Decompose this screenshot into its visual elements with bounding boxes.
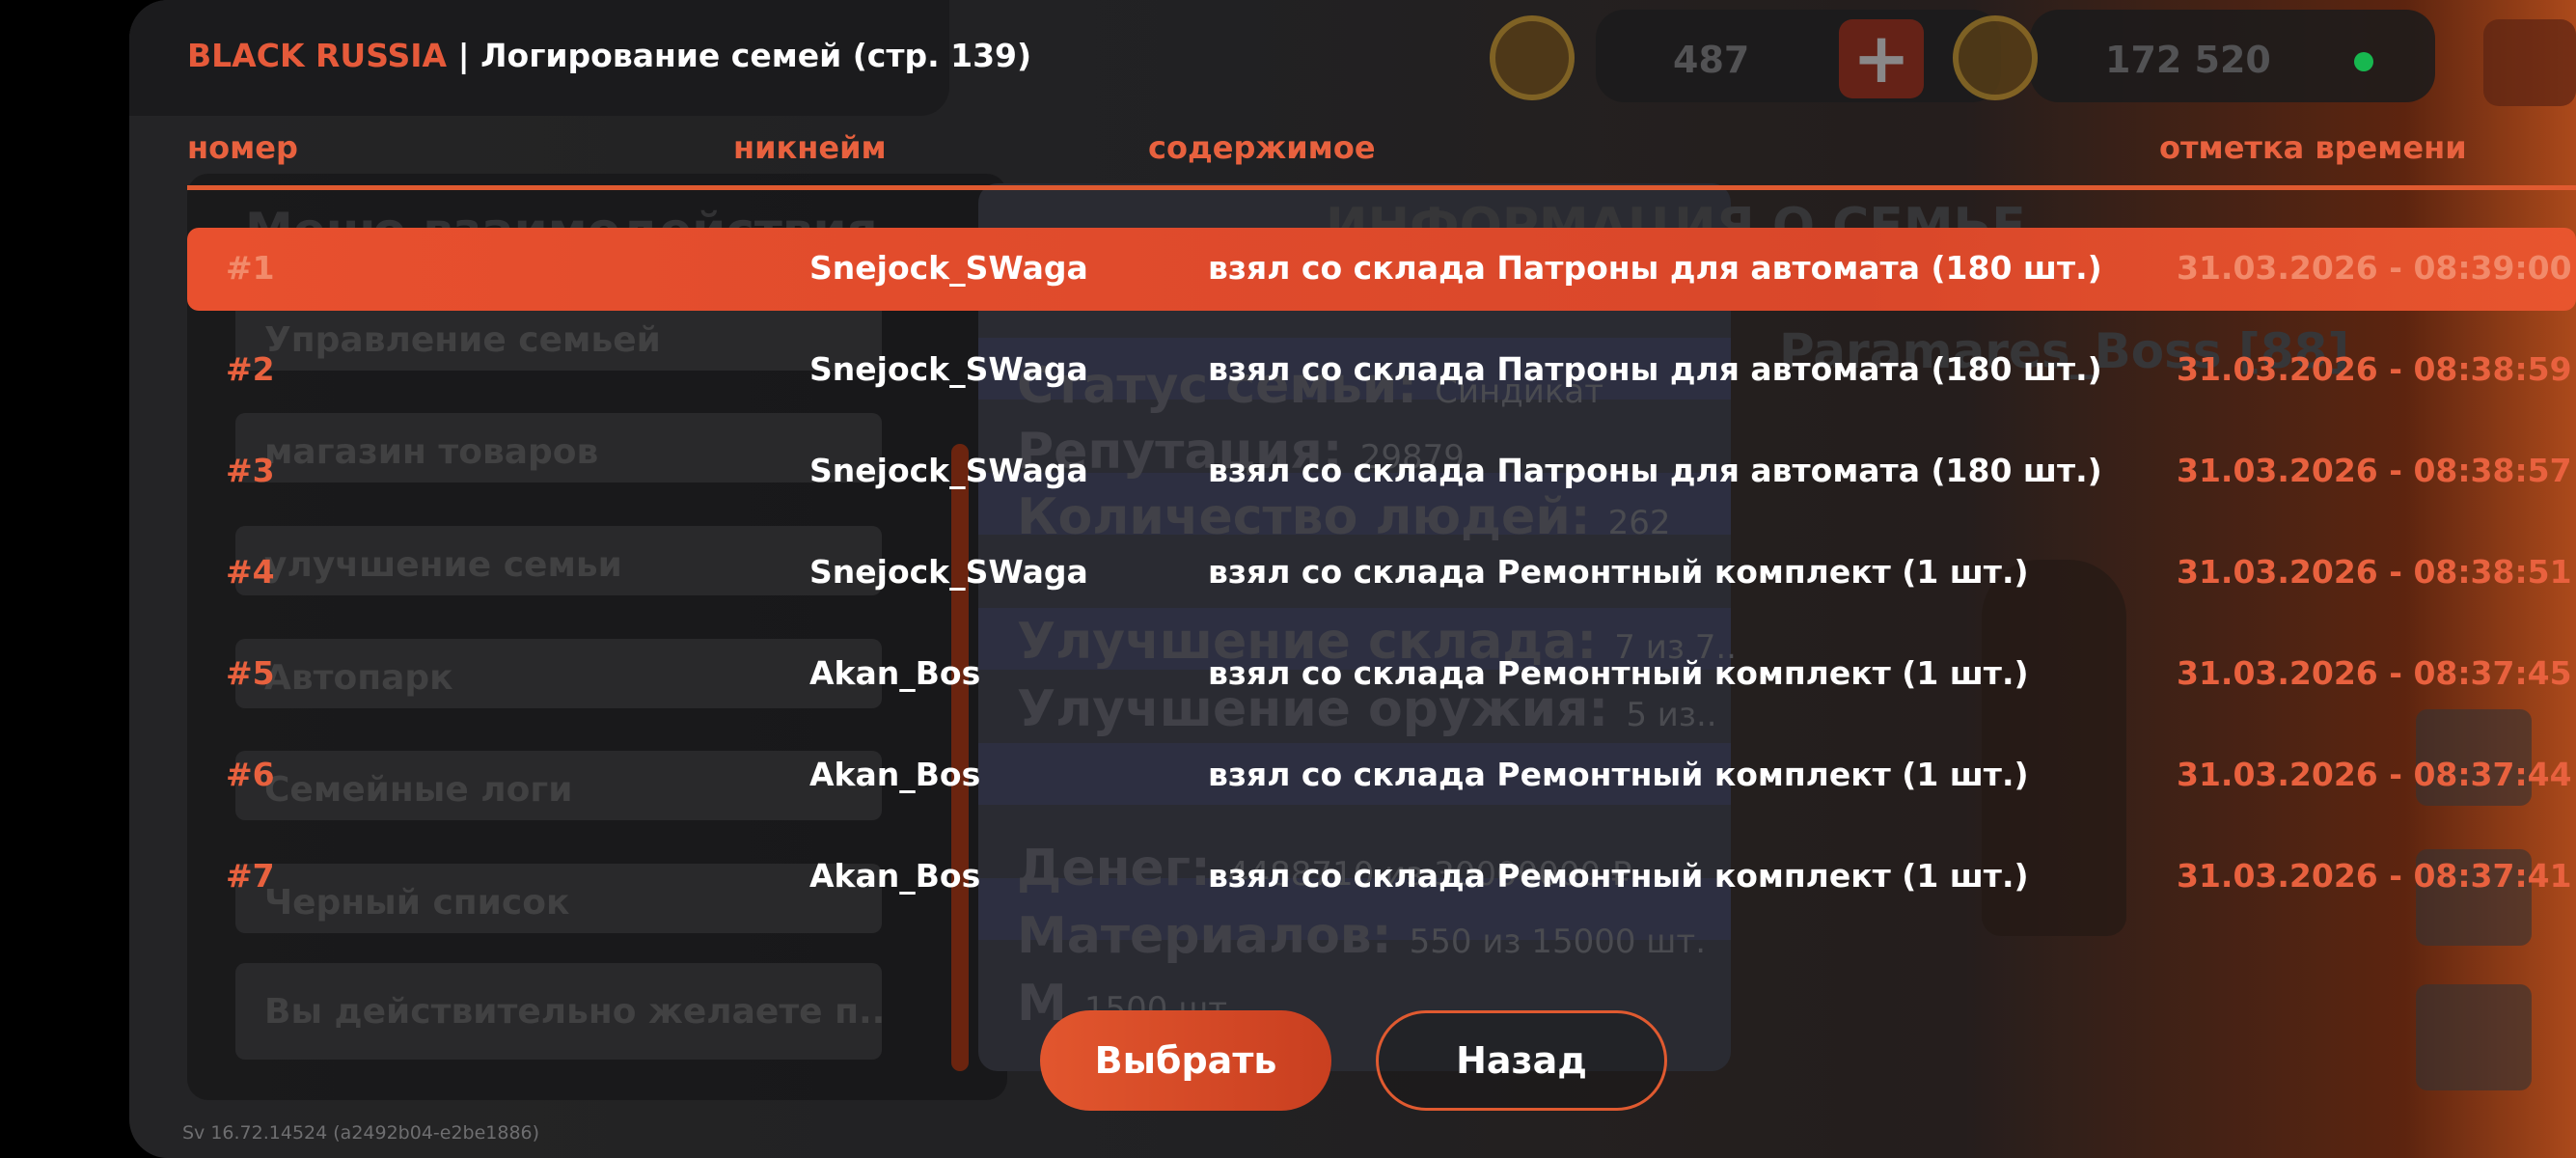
row-number: #2 [226, 350, 275, 388]
page-title: BLACK RUSSIA | Логирование семей (стр. 1… [187, 37, 1032, 74]
brand-name: BLACK RUSSIA [187, 37, 448, 74]
row-timestamp: 31.03.2026 - 08:37:44 [2177, 756, 2572, 793]
row-number: #6 [226, 756, 275, 793]
log-row[interactable]: #7 Akan_Bos взял со склада Ремонтный ком… [187, 836, 2576, 919]
row-content: взял со склада Патроны для автомата (180… [1208, 249, 2102, 287]
back-button[interactable]: Назад [1376, 1010, 1667, 1111]
log-row[interactable]: #3 Snejock_SWaga взял со склада Патроны … [187, 430, 2576, 513]
column-header-number: номер [187, 129, 298, 166]
row-number: #3 [226, 452, 275, 489]
row-number: #1 [226, 249, 275, 287]
row-timestamp: 31.03.2026 - 08:37:45 [2177, 654, 2572, 692]
version-label: Sv 16.72.14524 (a2492b04-e2be1886) [182, 1122, 540, 1144]
row-timestamp: 31.03.2026 - 08:38:51 [2177, 553, 2572, 591]
game-screen: Меню взаимодействия Управление семьей ма… [129, 0, 2576, 1158]
row-timestamp: 31.03.2026 - 08:38:57 [2177, 452, 2572, 489]
column-header-nickname: никнейм [733, 129, 887, 166]
row-nickname: Snejock_SWaga [809, 553, 1088, 591]
row-content: взял со склада Ремонтный комплект (1 шт.… [1208, 654, 2029, 692]
row-number: #5 [226, 654, 275, 692]
row-content: взял со склада Патроны для автомата (180… [1208, 350, 2102, 388]
row-timestamp: 31.03.2026 - 08:37:41 [2177, 857, 2572, 895]
row-nickname: Snejock_SWaga [809, 452, 1088, 489]
row-nickname: Akan_Bos [809, 654, 981, 692]
row-nickname: Akan_Bos [809, 857, 981, 895]
row-timestamp: 31.03.2026 - 08:38:59 [2177, 350, 2572, 388]
log-title: Логирование семей (стр. 139) [480, 37, 1032, 74]
header-divider [187, 185, 2576, 190]
log-row[interactable]: #2 Snejock_SWaga взял со склада Патроны … [187, 329, 2576, 412]
column-header-timestamp: отметка времени [2159, 129, 2467, 166]
row-number: #4 [226, 553, 275, 591]
column-header-content: содержимое [1148, 129, 1376, 166]
select-button[interactable]: Выбрать [1040, 1010, 1331, 1111]
row-nickname: Snejock_SWaga [809, 249, 1088, 287]
log-row[interactable]: #6 Akan_Bos взял со склада Ремонтный ком… [187, 734, 2576, 817]
row-timestamp: 31.03.2026 - 08:39:00 [2177, 249, 2572, 287]
row-nickname: Akan_Bos [809, 756, 981, 793]
log-row[interactable]: #4 Snejock_SWaga взял со склада Ремонтны… [187, 532, 2576, 615]
row-content: взял со склада Ремонтный комплект (1 шт.… [1208, 553, 2029, 591]
log-row-selected[interactable]: #1 Snejock_SWaga взял со склада Патроны … [187, 228, 2576, 311]
row-content: взял со склада Патроны для автомата (180… [1208, 452, 2102, 489]
log-row[interactable]: #5 Akan_Bos взял со склада Ремонтный ком… [187, 633, 2576, 716]
row-number: #7 [226, 857, 275, 895]
row-content: взял со склада Ремонтный комплект (1 шт.… [1208, 756, 2029, 793]
row-nickname: Snejock_SWaga [809, 350, 1088, 388]
row-content: взял со склада Ремонтный комплект (1 шт.… [1208, 857, 2029, 895]
